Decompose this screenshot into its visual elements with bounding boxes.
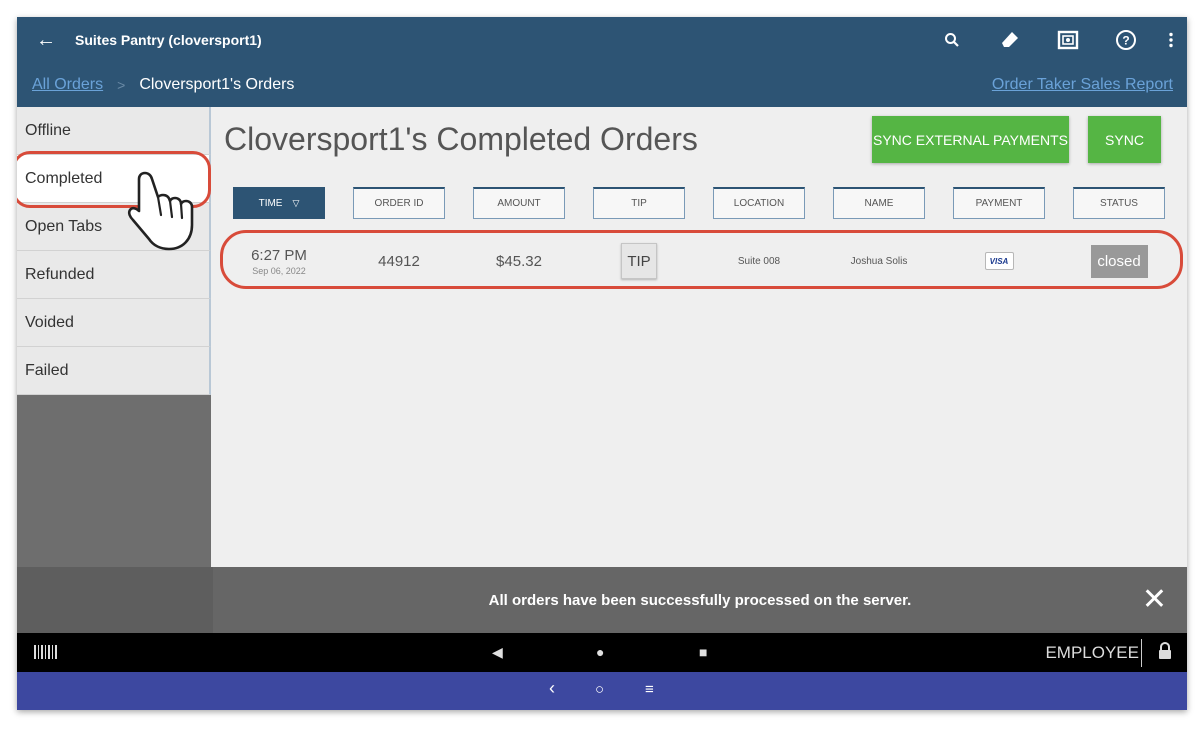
lock-icon[interactable] <box>1158 642 1172 660</box>
column-header-tip[interactable]: TIP <box>593 187 685 219</box>
sync-external-payments-button[interactable]: SYNC EXTERNAL PAYMENTS <box>872 116 1069 163</box>
column-header-status[interactable]: STATUS <box>1073 187 1165 219</box>
sidebar-item-offline[interactable]: Offline <box>17 107 211 155</box>
system-bottom-bar: ‹ ○ ≡ <box>17 672 1187 710</box>
order-amount: $45.32 <box>496 252 542 270</box>
breadcrumb-current: Cloversport1's Orders <box>139 76 295 93</box>
nav-back-icon[interactable]: ◀ <box>492 644 503 661</box>
order-time-cell: 6:27 PM Sep 06, 2022 <box>233 231 325 291</box>
column-header-amount[interactable]: AMOUNT <box>473 187 565 219</box>
cash-drawer-icon[interactable] <box>1039 17 1097 63</box>
pointing-hand-icon <box>127 171 194 251</box>
eraser-icon[interactable] <box>981 17 1039 63</box>
barcode-icon[interactable] <box>34 645 58 659</box>
table-row[interactable]: 6:27 PM Sep 06, 2022 44912 $45.32 TIP Su… <box>213 231 1187 291</box>
sidebar-item-voided[interactable]: Voided <box>17 299 211 347</box>
sales-report-link[interactable]: Order Taker Sales Report <box>992 76 1173 94</box>
search-icon[interactable] <box>923 17 981 63</box>
sidebar-item-refunded[interactable]: Refunded <box>17 251 211 299</box>
snackbar-message: All orders have been successfully proces… <box>488 591 912 609</box>
visa-card-icon: VISA <box>984 252 1014 270</box>
order-customer-name: Joshua Solis <box>850 255 908 267</box>
menu-icon[interactable]: ≡ <box>645 681 654 698</box>
back-arrow-icon[interactable]: ← <box>17 29 75 52</box>
app-window: ← Suites Pantry (cloversport1) ? All Ord… <box>17 17 1187 710</box>
svg-text:?: ? <box>1122 34 1129 48</box>
breadcrumb-all-orders-link[interactable]: All Orders <box>32 76 103 94</box>
breadcrumb: All Orders > Cloversport1's Orders Order… <box>17 63 1187 107</box>
home-circle-icon[interactable]: ○ <box>595 681 604 698</box>
help-icon[interactable]: ? <box>1097 17 1155 63</box>
status-badge: closed <box>1090 244 1148 278</box>
tip-cell: TIP <box>593 231 685 291</box>
snackbar: All orders have been successfully proces… <box>213 567 1187 633</box>
column-header-payment[interactable]: PAYMENT <box>953 187 1045 219</box>
nav-home-icon[interactable]: ● <box>596 644 604 660</box>
column-header-location[interactable]: LOCATION <box>713 187 805 219</box>
order-location: Suite 008 <box>737 255 781 267</box>
system-nav-bar: ◀ ● ■ EMPLOYEE <box>17 633 1187 672</box>
order-date: Sep 06, 2022 <box>252 265 306 276</box>
main-panel: Cloversport1's Completed Orders SYNC EXT… <box>213 107 1187 567</box>
snackbar-left-area <box>17 567 213 633</box>
column-header-order-id[interactable]: ORDER ID <box>353 187 445 219</box>
chevron-left-icon[interactable]: ‹ <box>549 678 555 699</box>
more-vert-icon[interactable] <box>1155 17 1187 63</box>
sort-down-icon: ▽ <box>292 198 300 208</box>
app-bar: ← Suites Pantry (cloversport1) ? <box>17 17 1187 63</box>
close-icon[interactable]: ✕ <box>1142 582 1167 617</box>
chevron-right-icon: > <box>117 77 126 93</box>
order-id: 44912 <box>378 252 420 270</box>
page-title: Cloversport1's Completed Orders <box>224 121 698 157</box>
column-header-name[interactable]: NAME <box>833 187 925 219</box>
sidebar-item-failed[interactable]: Failed <box>17 347 211 395</box>
order-time: 6:27 PM <box>251 246 307 264</box>
employee-label[interactable]: EMPLOYEE <box>1045 643 1139 663</box>
tip-button[interactable]: TIP <box>621 243 657 279</box>
table-header: TIME ▽ ORDER ID AMOUNT TIP LOCATION NAME … <box>213 187 1187 223</box>
navbar-divider <box>1141 639 1142 667</box>
payment-cell: VISA <box>953 231 1045 291</box>
column-header-time[interactable]: TIME ▽ <box>233 187 325 219</box>
sync-button[interactable]: SYNC <box>1088 116 1161 163</box>
nav-recents-icon[interactable]: ■ <box>699 644 707 660</box>
status-cell: closed <box>1073 231 1165 291</box>
app-title: Suites Pantry (cloversport1) <box>75 32 262 48</box>
